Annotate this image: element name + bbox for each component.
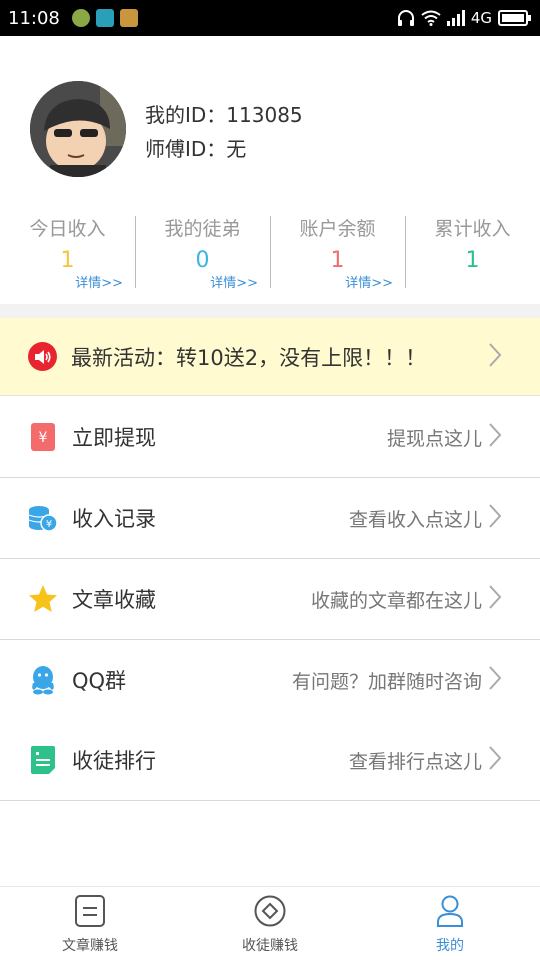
- ranking-icon: [28, 745, 58, 775]
- menu-label: 收入记录: [72, 507, 156, 531]
- menu-label: 收徒排行: [72, 749, 156, 773]
- chevron-right-icon: [488, 422, 502, 452]
- article-icon: [74, 895, 106, 931]
- svg-text:¥: ¥: [39, 430, 48, 446]
- stat-label: 累计收入: [434, 218, 511, 240]
- stat-value: 1: [60, 248, 75, 273]
- master-id: 师傅ID：无: [145, 137, 247, 161]
- chevron-right-icon: [488, 342, 502, 372]
- stat-label: 今日收入: [29, 218, 106, 240]
- menu-label: QQ群: [72, 669, 127, 693]
- network-type: 4G: [470, 9, 492, 27]
- svg-text:¥: ¥: [46, 519, 52, 530]
- wifi-icon: [421, 10, 441, 26]
- status-bar: 11:08 4G: [0, 0, 540, 36]
- stat-details-link[interactable]: 详情>>: [75, 272, 123, 291]
- stat-value: 0: [195, 248, 210, 273]
- profile-section: 我的ID：113085 师傅ID：无 今日收入 1 详情>> 我的徒弟 0 详情…: [0, 36, 540, 304]
- stat-total-income: 累计收入 1: [405, 212, 540, 292]
- menu-row-income-records[interactable]: ¥ 收入记录 查看收入点这儿: [0, 478, 540, 559]
- speaker-icon: [28, 342, 57, 371]
- stats-bar: 今日收入 1 详情>> 我的徒弟 0 详情>> 账户余额 1 详情>> 累计收入…: [0, 212, 540, 292]
- menu-row-favorites[interactable]: 文章收藏 收藏的文章都在这儿: [0, 559, 540, 640]
- battery-icon: [498, 10, 532, 26]
- stat-label: 账户余额: [299, 218, 376, 240]
- status-time: 11:08: [8, 7, 60, 29]
- menu-label: 立即提现: [72, 426, 156, 450]
- signal-icon: [446, 10, 465, 26]
- section-divider: [0, 304, 540, 318]
- star-icon: [28, 584, 58, 614]
- chevron-right-icon: [488, 745, 502, 775]
- stat-label: 我的徒弟: [164, 218, 241, 240]
- my-id: 我的ID：113085: [145, 103, 303, 127]
- headphones-icon: [397, 10, 415, 26]
- nav-mine[interactable]: 我的: [360, 887, 540, 960]
- stat-value: 1: [465, 248, 480, 273]
- menu-row-qq-group[interactable]: QQ群 有问题？加群随时咨询: [0, 640, 540, 721]
- app-notification-icon: [71, 9, 90, 27]
- nav-label: 文章赚钱: [62, 938, 118, 954]
- stat-details-link[interactable]: 详情>>: [210, 272, 258, 291]
- menu-row-ranking[interactable]: 收徒排行 查看排行点这儿: [0, 720, 540, 801]
- coins-icon: ¥: [28, 503, 58, 533]
- diamond-icon: [254, 895, 286, 931]
- withdraw-icon: ¥: [28, 422, 58, 452]
- menu-hint: 查看排行点这儿: [348, 750, 482, 773]
- menu-hint: 提现点这儿: [386, 427, 482, 450]
- stat-today-income: 今日收入 1 详情>>: [0, 212, 135, 292]
- nav-label: 我的: [436, 938, 464, 954]
- scan-notification-icon: [95, 9, 114, 27]
- app-notification-icon-2: [119, 9, 138, 27]
- qq-icon: [28, 665, 58, 695]
- user-icon: [436, 895, 464, 931]
- banner-text: 最新活动：转10送2，没有上限！！！: [71, 345, 427, 370]
- menu-row-withdraw[interactable]: ¥ 立即提现 提现点这儿: [0, 397, 540, 478]
- status-indicators: 4G: [397, 9, 532, 27]
- menu-label: 文章收藏: [72, 588, 156, 612]
- menu-hint: 查看收入点这儿: [348, 508, 482, 531]
- nav-apprentice-earn[interactable]: 收徒赚钱: [180, 887, 360, 960]
- stat-value: 1: [330, 248, 345, 273]
- menu-hint: 有问题？加群随时咨询: [291, 670, 482, 693]
- nav-article-earn[interactable]: 文章赚钱: [0, 887, 180, 960]
- chevron-right-icon: [488, 584, 502, 614]
- chevron-right-icon: [488, 665, 502, 695]
- nav-label: 收徒赚钱: [242, 938, 298, 954]
- menu-hint: 收藏的文章都在这儿: [310, 589, 482, 612]
- avatar[interactable]: [30, 81, 126, 177]
- stat-account-balance: 账户余额 1 详情>>: [270, 212, 405, 292]
- bottom-nav: 文章赚钱 收徒赚钱 我的: [0, 886, 540, 960]
- stat-my-apprentices: 我的徒弟 0 详情>>: [135, 212, 270, 292]
- activity-banner[interactable]: 最新活动：转10送2，没有上限！！！: [0, 318, 540, 396]
- chevron-right-icon: [488, 503, 502, 533]
- stat-details-link[interactable]: 详情>>: [345, 272, 393, 291]
